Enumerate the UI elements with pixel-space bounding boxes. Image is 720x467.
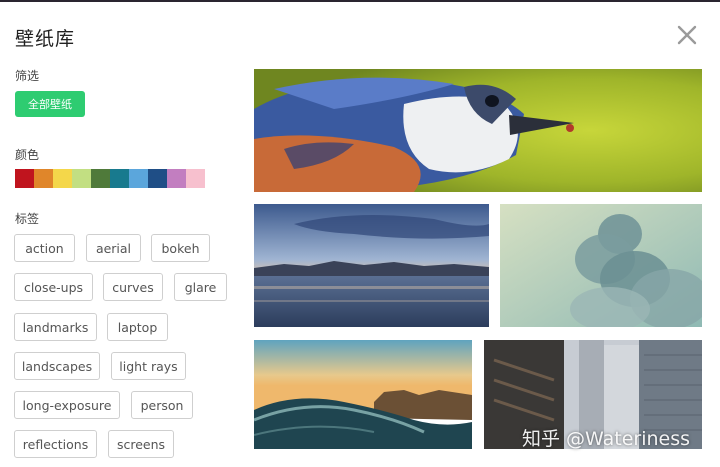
color-swatch-purple[interactable] bbox=[167, 169, 186, 188]
color-swatches bbox=[15, 169, 205, 188]
tag-action[interactable]: action bbox=[14, 234, 75, 262]
tag-person[interactable]: person bbox=[131, 391, 193, 419]
tag-glare[interactable]: glare bbox=[174, 273, 227, 301]
tag-reflections[interactable]: reflections bbox=[14, 430, 97, 458]
color-swatch-dark-green[interactable] bbox=[91, 169, 110, 188]
page-title: 壁纸库 bbox=[15, 28, 76, 50]
tag-laptop[interactable]: laptop bbox=[107, 313, 168, 341]
watermark: 知乎 @Wateriness bbox=[522, 428, 691, 450]
filter-label: 筛选 bbox=[15, 69, 40, 83]
color-label: 颜色 bbox=[15, 148, 40, 162]
window-top-border bbox=[0, 0, 720, 2]
color-swatch-yellow[interactable] bbox=[53, 169, 72, 188]
tags-label: 标签 bbox=[15, 212, 40, 226]
color-swatch-light-green[interactable] bbox=[72, 169, 91, 188]
tag-landscapes[interactable]: landscapes bbox=[14, 352, 100, 380]
color-swatch-teal[interactable] bbox=[110, 169, 129, 188]
tag-light-rays[interactable]: light rays bbox=[111, 352, 186, 380]
tag-aerial[interactable]: aerial bbox=[86, 234, 141, 262]
color-swatch-red[interactable] bbox=[15, 169, 34, 188]
wallpaper-smoke-cloud[interactable] bbox=[500, 204, 702, 327]
tag-curves[interactable]: curves bbox=[103, 273, 163, 301]
wallpaper-ocean-wave[interactable] bbox=[254, 340, 472, 449]
tag-screens[interactable]: screens bbox=[108, 430, 174, 458]
tag-landmarks[interactable]: landmarks bbox=[14, 313, 97, 341]
wallpaper-bird-closeup[interactable] bbox=[254, 69, 702, 192]
tag-long-exposure[interactable]: long-exposure bbox=[14, 391, 120, 419]
close-icon[interactable] bbox=[676, 24, 698, 46]
color-swatch-orange[interactable] bbox=[34, 169, 53, 188]
color-swatch-navy[interactable] bbox=[148, 169, 167, 188]
color-swatch-light-blue[interactable] bbox=[129, 169, 148, 188]
tag-close-ups[interactable]: close-ups bbox=[14, 273, 93, 301]
wallpaper-lake-mountains[interactable] bbox=[254, 204, 489, 327]
all-wallpapers-button[interactable]: 全部壁纸 bbox=[15, 91, 85, 117]
tag-bokeh[interactable]: bokeh bbox=[151, 234, 210, 262]
color-swatch-pink[interactable] bbox=[186, 169, 205, 188]
